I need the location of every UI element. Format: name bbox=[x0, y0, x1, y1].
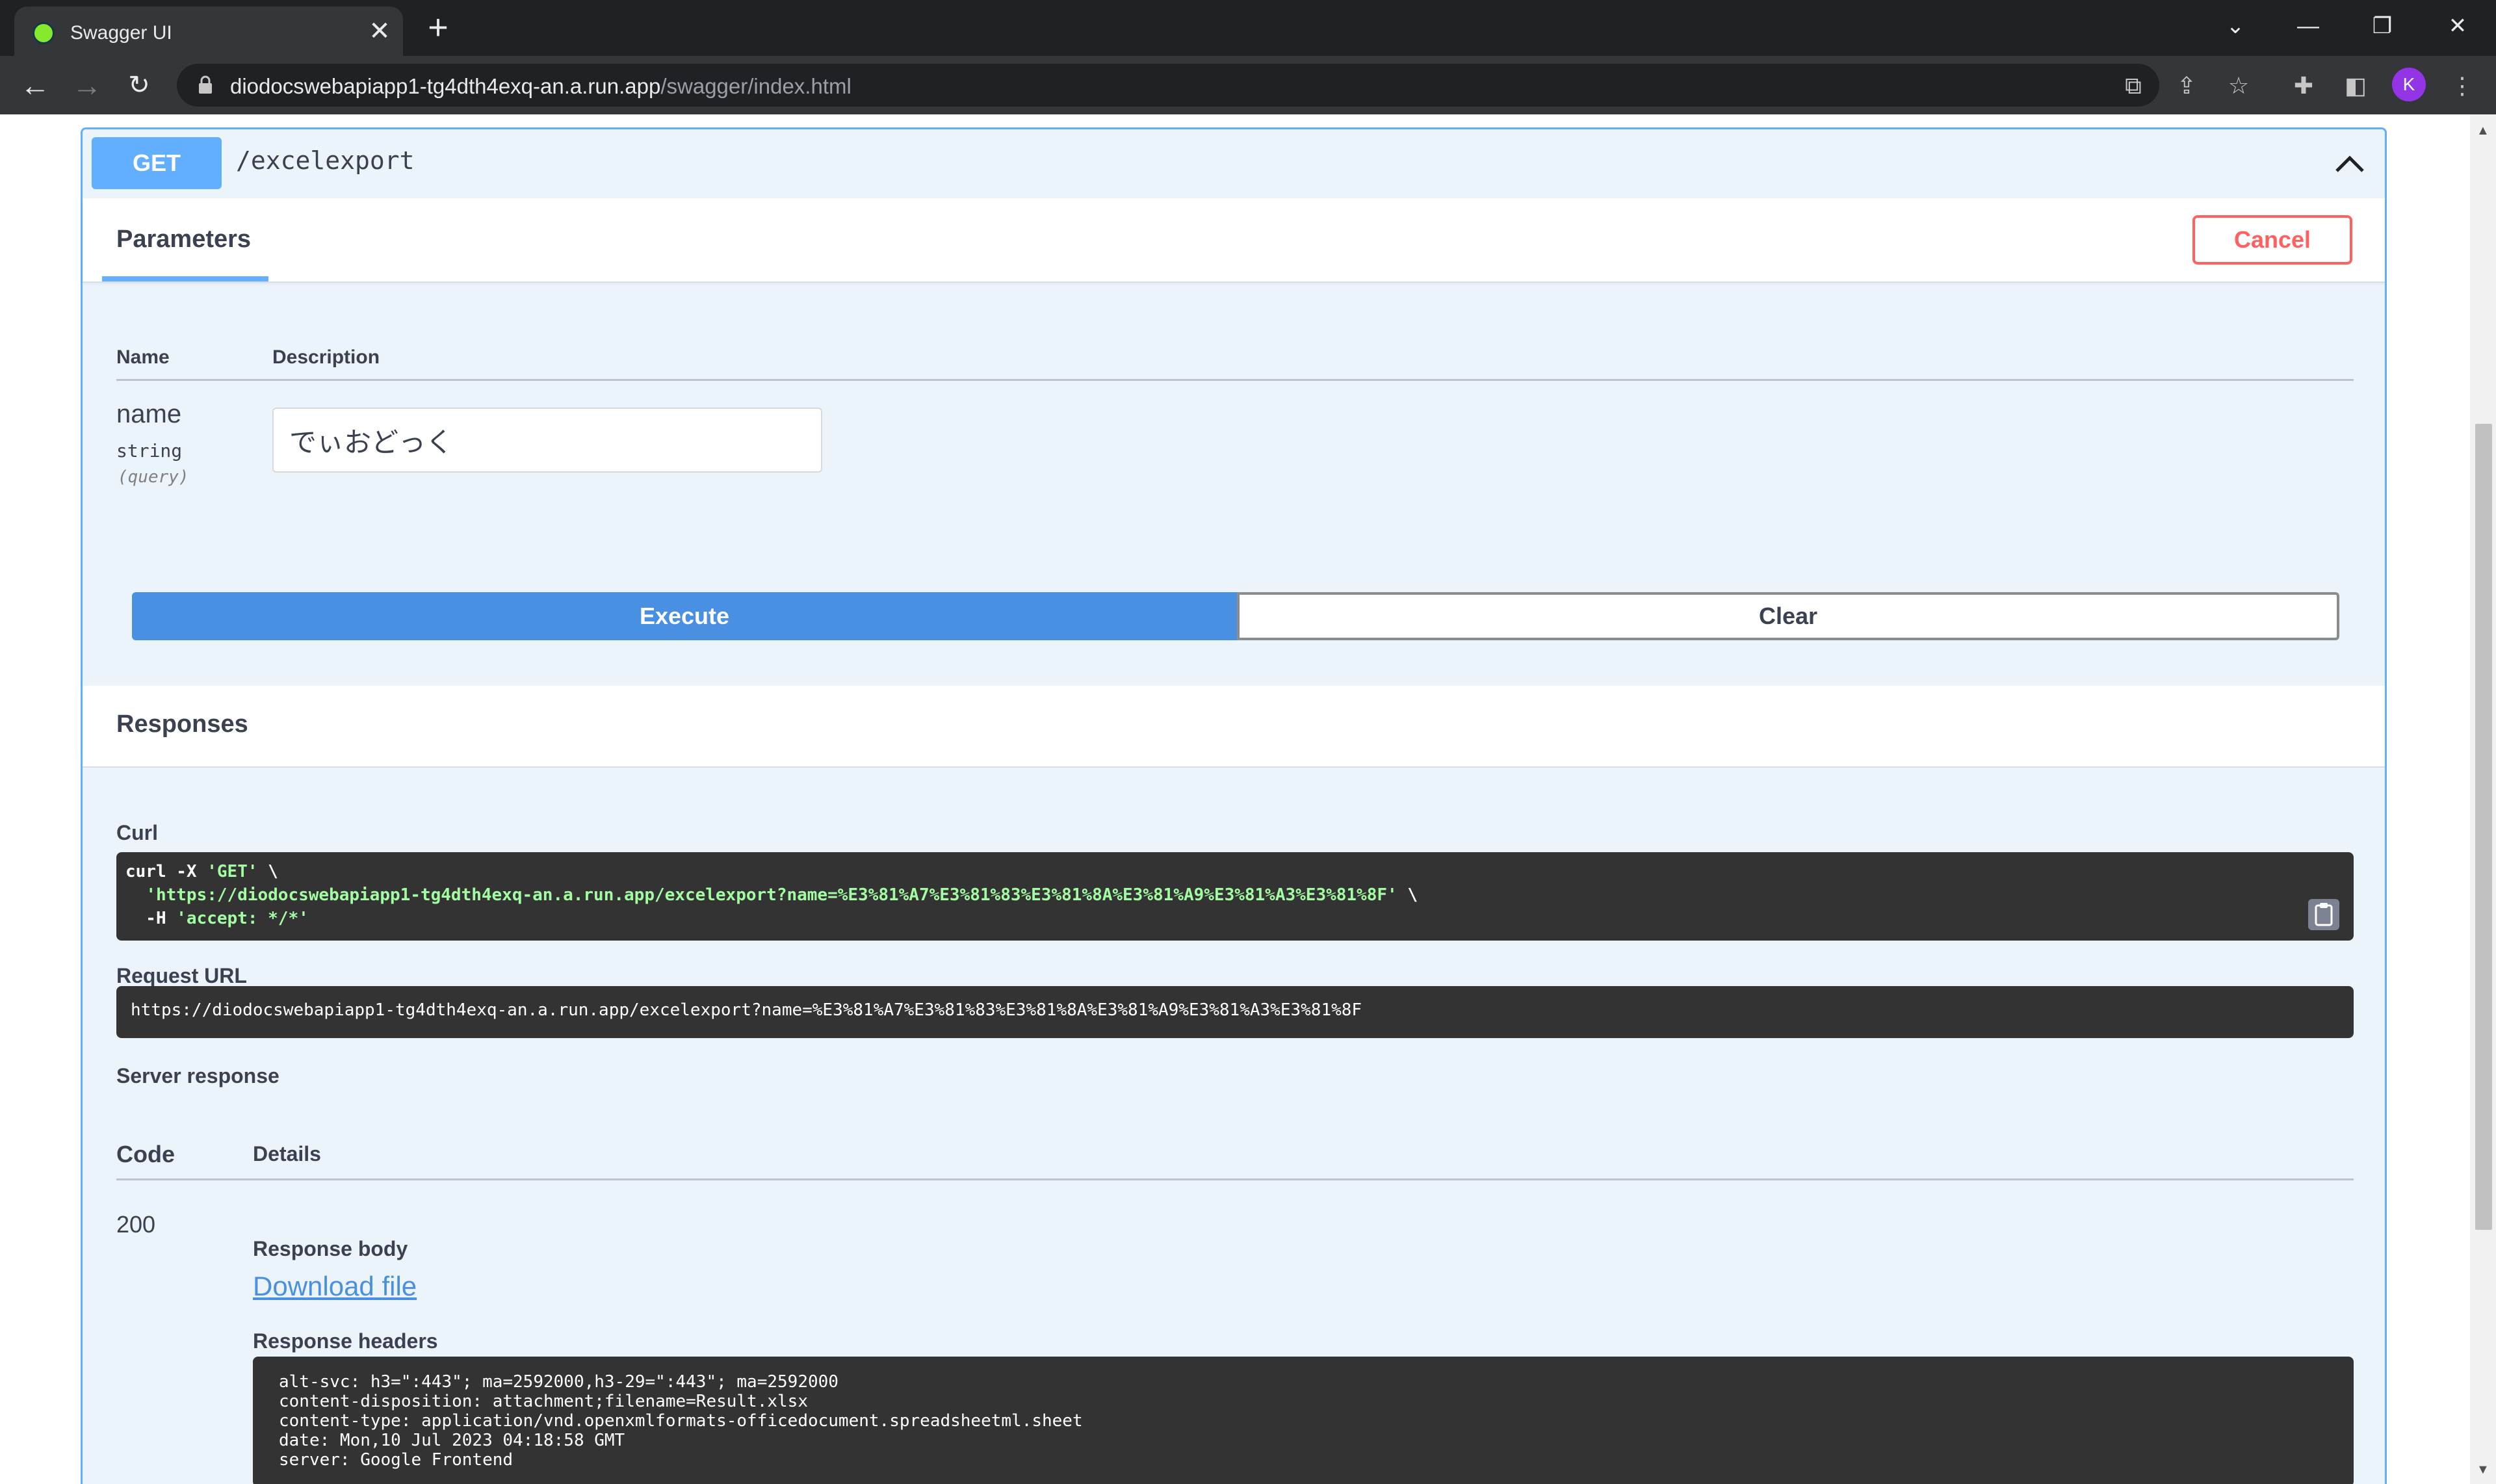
curl-code-block[interactable]: curl -X 'GET' \ 'https://diodocswebapiap… bbox=[116, 852, 2354, 941]
code-column-header: Code bbox=[116, 1141, 175, 1167]
parameter-name: name bbox=[116, 400, 182, 428]
tab-close-icon[interactable]: ✕ bbox=[364, 16, 395, 47]
execute-button[interactable]: Execute bbox=[132, 592, 1237, 640]
scrollbar-thumb[interactable] bbox=[2475, 424, 2492, 1230]
http-method-badge: GET bbox=[92, 137, 222, 189]
menu-kebab-icon[interactable]: ⋮ bbox=[2447, 70, 2478, 101]
copy-to-clipboard-icon[interactable] bbox=[2308, 899, 2339, 930]
curl-line3-str: 'accept: */*' bbox=[176, 909, 309, 928]
new-tab-button[interactable]: + bbox=[420, 10, 456, 47]
lock-icon bbox=[199, 75, 212, 94]
curl-label: Curl bbox=[116, 821, 158, 844]
server-response-label: Server response bbox=[116, 1064, 280, 1087]
response-status-code: 200 bbox=[116, 1211, 156, 1238]
response-divider bbox=[116, 1178, 2354, 1180]
url-path: /swagger/index.html bbox=[660, 74, 852, 98]
share-icon[interactable]: ⇪ bbox=[2171, 70, 2202, 101]
column-header-description: Description bbox=[272, 346, 380, 368]
close-window-icon[interactable]: ✕ bbox=[2435, 7, 2480, 46]
parameters-tab[interactable]: Parameters bbox=[116, 226, 251, 254]
reload-icon[interactable]: ↻ bbox=[120, 66, 159, 105]
tab-search-icon[interactable]: ⌄ bbox=[2213, 7, 2258, 46]
extensions-puzzle-icon[interactable]: ✚ bbox=[2288, 70, 2319, 101]
response-headers-label: Response headers bbox=[253, 1329, 438, 1353]
details-column-header: Details bbox=[253, 1142, 321, 1165]
request-url-label: Request URL bbox=[116, 964, 247, 987]
scroll-up-arrow-icon[interactable]: ▲ bbox=[2476, 124, 2490, 138]
translate-icon[interactable]: ⧉ bbox=[2118, 70, 2149, 101]
parameter-location: (query) bbox=[118, 467, 189, 487]
curl-line2-tail: \ bbox=[1397, 885, 1418, 905]
browser-tab[interactable]: Swagger UI ✕ bbox=[14, 7, 403, 56]
download-file-link[interactable]: Download file bbox=[253, 1271, 417, 1302]
responses-header: Responses bbox=[83, 686, 2385, 768]
url-text: diodocswebapiapp1-tg4dth4exq-an.a.run.ap… bbox=[230, 74, 852, 99]
request-url: https://diodocswebapiapp1-tg4dth4exq-an.… bbox=[131, 1000, 1362, 1020]
minimize-icon[interactable]: — bbox=[2285, 7, 2331, 46]
operation-path: /excelexport bbox=[236, 146, 415, 175]
profile-avatar[interactable]: K bbox=[2392, 68, 2426, 101]
response-body-label: Response body bbox=[253, 1237, 408, 1260]
tab-title: Swagger UI bbox=[70, 22, 172, 44]
column-header-name: Name bbox=[116, 346, 170, 368]
curl-line1-tail: \ bbox=[257, 862, 278, 881]
browser-toolbar: ← → ↻ diodocswebapiapp1-tg4dth4exq-an.a.… bbox=[0, 56, 2496, 114]
chevron-up-icon[interactable] bbox=[2330, 145, 2369, 184]
name-parameter-input[interactable] bbox=[272, 408, 822, 473]
parameter-type: string bbox=[116, 440, 183, 462]
curl-command: curl -X 'GET' \ 'https://diodocswebapiap… bbox=[125, 860, 1418, 930]
side-panel-icon[interactable]: ◧ bbox=[2340, 70, 2371, 101]
cancel-button[interactable]: Cancel bbox=[2192, 215, 2352, 265]
browser-titlebar: Swagger UI ✕ + ⌄ — ❐ ✕ bbox=[0, 0, 2496, 56]
parameters-tab-underline bbox=[102, 276, 268, 281]
curl-line1-cmd: curl -X bbox=[125, 862, 207, 881]
page-scrollbar[interactable]: ▲ ▼ bbox=[2470, 114, 2496, 1484]
operation-summary[interactable]: GET /excelexport bbox=[83, 129, 2385, 200]
forward-icon[interactable]: → bbox=[68, 66, 107, 105]
address-bar[interactable]: diodocswebapiapp1-tg4dth4exq-an.a.run.ap… bbox=[177, 64, 2159, 107]
swagger-page: GET /excelexport Parameters Cancel Name … bbox=[0, 114, 2470, 1484]
request-url-block[interactable]: https://diodocswebapiapp1-tg4dth4exq-an.… bbox=[116, 986, 2354, 1038]
responses-title: Responses bbox=[116, 710, 248, 738]
bookmark-star-icon[interactable]: ☆ bbox=[2223, 70, 2254, 101]
response-headers-text: alt-svc: h3=":443"; ma=2592000,h3-29=":4… bbox=[279, 1372, 1083, 1470]
curl-line2-str: 'https://diodocswebapiapp1-tg4dth4exq-an… bbox=[146, 885, 1398, 905]
restore-icon[interactable]: ❐ bbox=[2360, 7, 2405, 46]
response-headers-block[interactable]: alt-svc: h3=":443"; ma=2592000,h3-29=":4… bbox=[253, 1357, 2354, 1484]
curl-line3-cmd: -H bbox=[125, 909, 177, 928]
back-icon[interactable]: ← bbox=[16, 66, 55, 105]
parameters-divider bbox=[116, 379, 2354, 381]
scroll-down-arrow-icon[interactable]: ▼ bbox=[2476, 1463, 2490, 1477]
parameters-header: Parameters Cancel bbox=[83, 198, 2385, 283]
swagger-favicon-icon bbox=[32, 22, 55, 44]
operation-block-get: GET /excelexport Parameters Cancel Name … bbox=[81, 127, 2387, 1484]
url-host: diodocswebapiapp1-tg4dth4exq-an.a.run.ap… bbox=[230, 74, 661, 98]
curl-line1-str: 'GET' bbox=[207, 862, 258, 881]
clear-button[interactable]: Clear bbox=[1237, 592, 2339, 640]
